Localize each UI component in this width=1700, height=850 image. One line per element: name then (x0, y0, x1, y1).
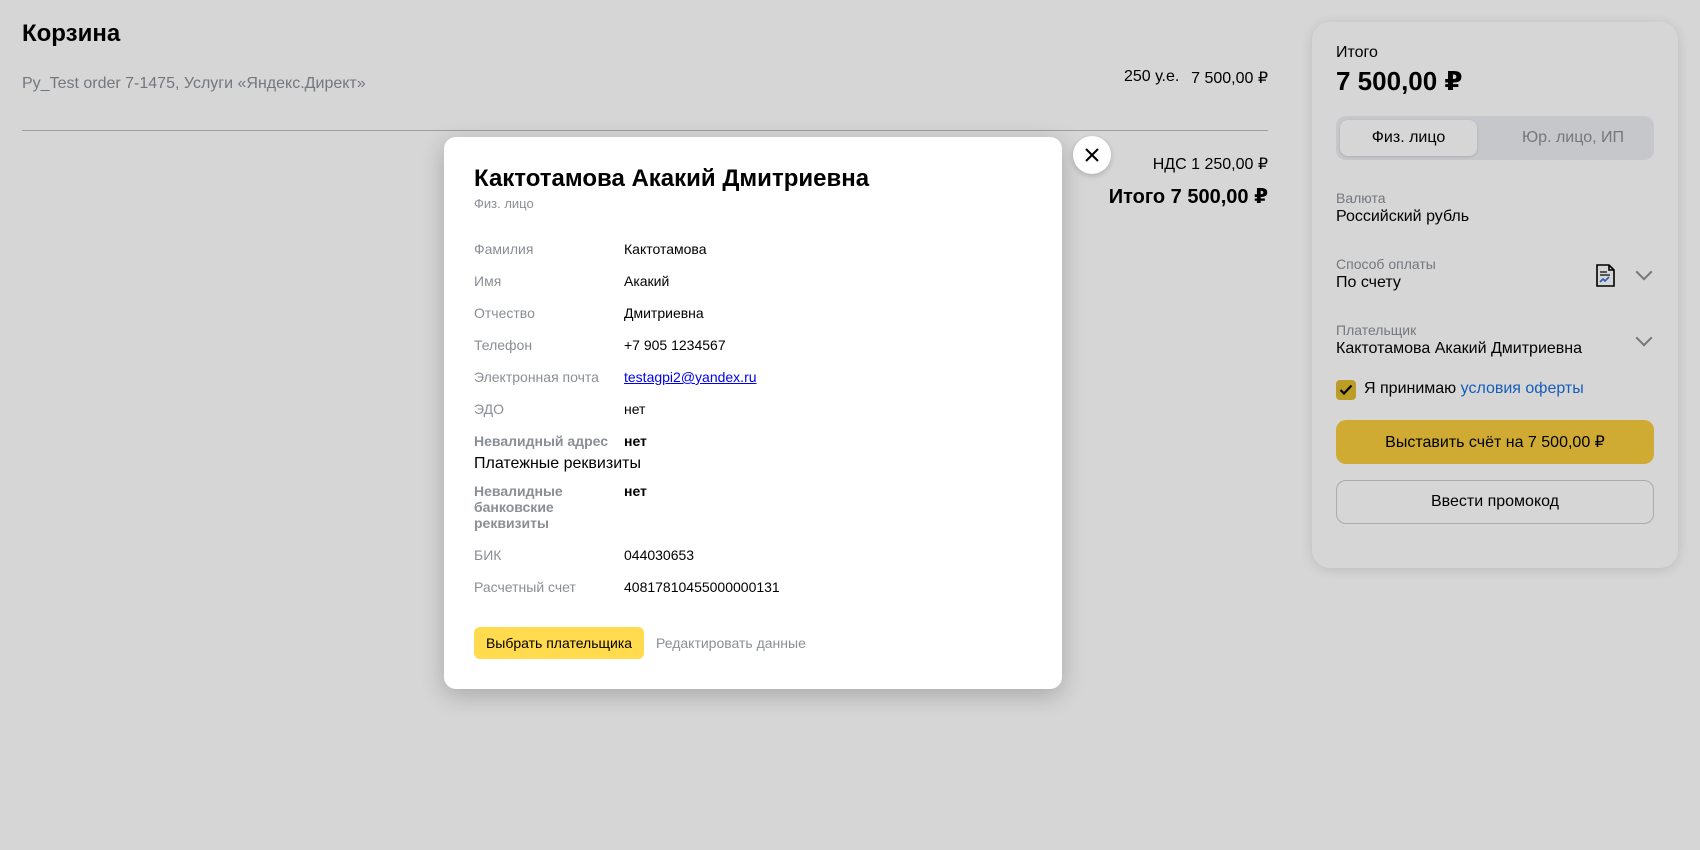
email-label: Электронная почта (474, 369, 599, 385)
invalid-bank-details-value: нет (624, 483, 647, 499)
phone-value: +7 905 1234567 (624, 337, 726, 353)
patronymic-label: Отчество (474, 305, 535, 321)
lastname-value: Кактотамова (624, 241, 707, 257)
choose-payer-button[interactable]: Выбрать плательщика (474, 627, 644, 659)
lastname-label: Фамилия (474, 241, 534, 257)
phone-label: Телефон (474, 337, 533, 353)
invalid-address-label: Невалидный адрес (474, 433, 609, 449)
firstname-value: Акакий (624, 273, 670, 289)
edo-value: нет (624, 401, 646, 417)
edo-label: ЭДО (474, 401, 504, 417)
account-value: 40817810455000000131 (624, 579, 780, 595)
modal-subtitle: Физ. лицо (474, 196, 534, 211)
firstname-label: Имя (474, 273, 502, 289)
invalid-bank-details-label: Невалидные банковские реквизиты (474, 483, 563, 531)
modal-title: Кактотамова Акакий Дмитриевна (474, 165, 870, 192)
patronymic-value: Дмитриевна (624, 305, 704, 321)
bik-label: БИК (474, 547, 502, 563)
account-label: Расчетный счет (474, 579, 576, 595)
payment-details-heading: Платежные реквизиты (474, 455, 641, 472)
invalid-address-value: нет (624, 433, 647, 449)
edit-data-link[interactable]: Редактировать данные (656, 635, 806, 651)
email-value: testagpi2@yandex.ru (624, 369, 757, 385)
bik-value: 044030653 (624, 547, 695, 563)
close-icon (1085, 148, 1099, 162)
modal-close-button[interactable] (1073, 136, 1111, 174)
payer-details-modal: Кактотамова Акакий Дмитриевна Физ. лицо … (444, 137, 1062, 689)
email-link[interactable]: testagpi2@yandex.ru (624, 369, 757, 385)
